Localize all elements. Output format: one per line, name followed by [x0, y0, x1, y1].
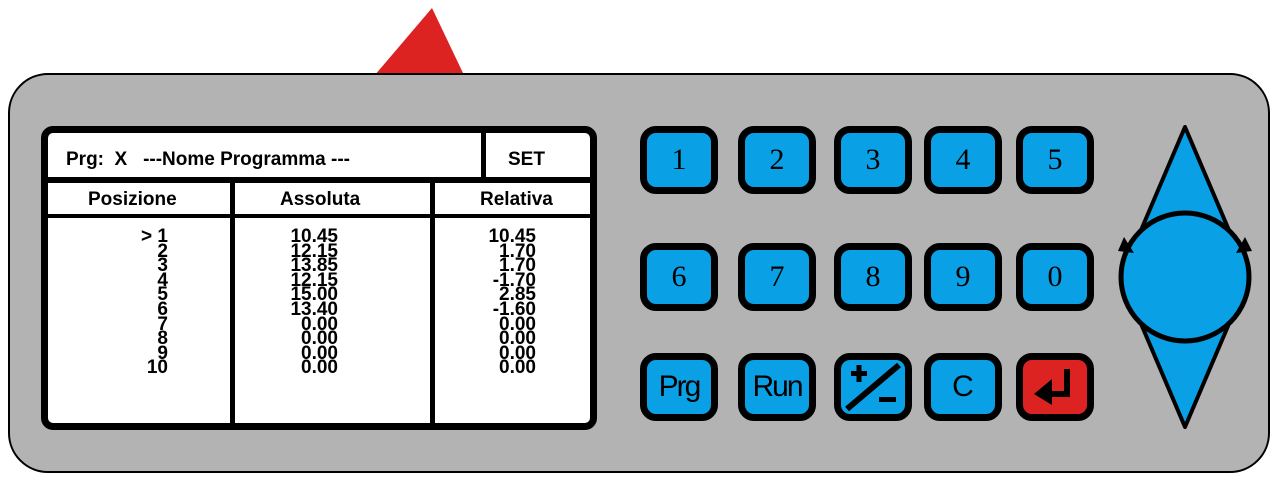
lcd-display: Prg: X ---Nome Programma --- SET Posizio… [41, 126, 597, 430]
display-divider-header [48, 177, 590, 183]
set-divider [481, 133, 486, 179]
key-5[interactable]: 5 [1016, 126, 1094, 194]
key-9[interactable]: 9 [924, 243, 1002, 311]
key-4[interactable]: 4 [924, 126, 1002, 194]
absolute-list: 10.45 12.15 13.85 12.15 15.00 13.40 0.00… [290, 226, 338, 379]
header-absolute: Assoluta [280, 189, 361, 210]
wheel-knob[interactable] [1118, 210, 1252, 344]
key-2[interactable]: 2 [738, 126, 816, 194]
display-divider-columns [48, 214, 590, 218]
key-3[interactable]: 3 [834, 126, 912, 194]
relative-list: 10.45 1.70 1.70 -1.70 2.85 -1.60 0.00 0.… [488, 226, 536, 379]
plus-minus-icon [845, 362, 901, 412]
program-name: Prg: X ---Nome Programma --- [66, 149, 350, 170]
enter-arrow-icon [1034, 369, 1070, 405]
navigation-wheel [1118, 125, 1252, 429]
clear-button[interactable]: C [924, 353, 1002, 421]
key-7[interactable]: 7 [738, 243, 816, 311]
header-relative: Relativa [480, 189, 553, 210]
plus-minus-button[interactable] [834, 353, 912, 421]
enter-button[interactable] [1016, 353, 1094, 421]
key-0[interactable]: 0 [1016, 243, 1094, 311]
key-6[interactable]: 6 [640, 243, 718, 311]
header-position: Posizione [88, 189, 177, 210]
key-8[interactable]: 8 [834, 243, 912, 311]
program-button[interactable]: Prg [640, 353, 718, 421]
run-button[interactable]: Run [738, 353, 816, 421]
position-list: > 1 2 3 4 5 6 7 8 9 10 [141, 226, 168, 379]
key-1[interactable]: 1 [640, 126, 718, 194]
set-indicator: SET [508, 149, 545, 170]
